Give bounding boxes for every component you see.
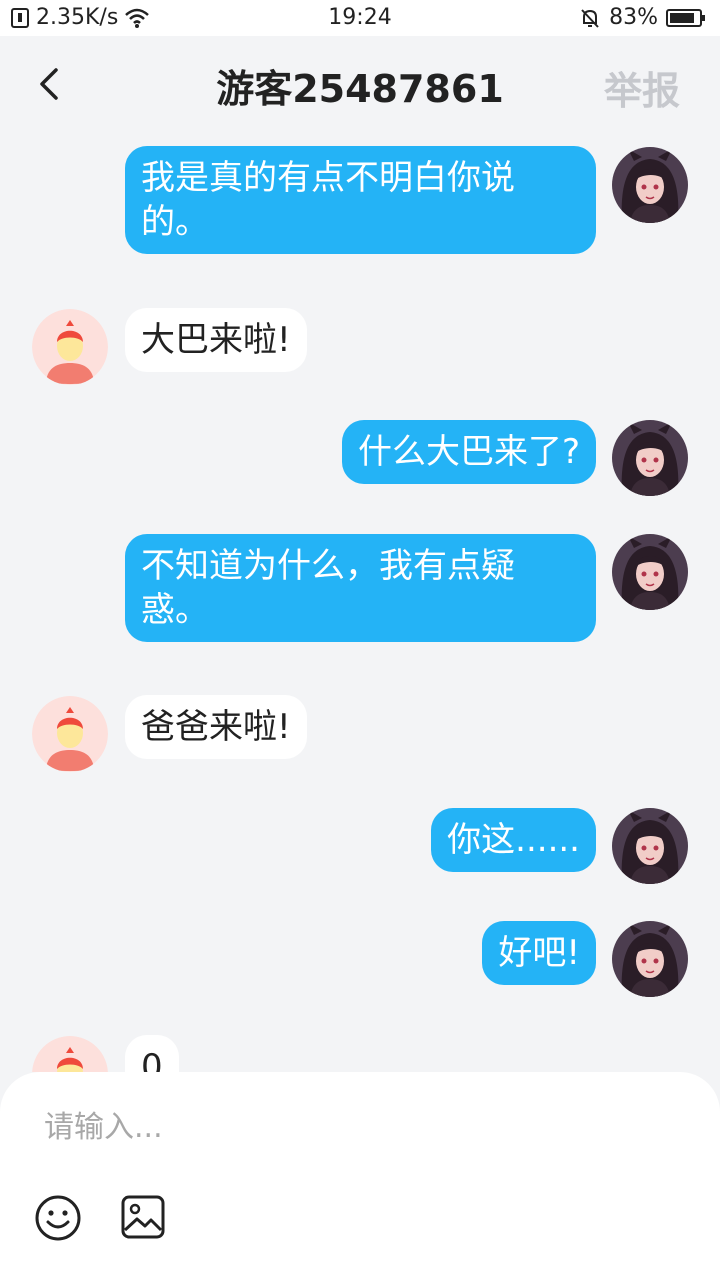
nav-bar: 游客25487861 举报 — [0, 36, 720, 132]
message-bubble-outgoing[interactable]: 我是真的有点不明白你说的。 — [125, 146, 596, 254]
message-bubble-incoming[interactable]: 大巴来啦! — [125, 308, 307, 372]
mute-bell-icon — [581, 8, 599, 28]
message-input[interactable] — [42, 1102, 686, 1152]
my-avatar[interactable] — [612, 808, 688, 884]
message-composer — [0, 1072, 720, 1280]
my-avatar[interactable] — [612, 921, 688, 997]
message-bubble-outgoing[interactable]: 不知道为什么，我有点疑惑。 — [125, 534, 596, 642]
image-icon[interactable] — [120, 1194, 166, 1240]
smiley-icon[interactable] — [34, 1194, 82, 1242]
contact-avatar[interactable] — [32, 309, 108, 385]
message-bubble-incoming[interactable]: 0 — [125, 1035, 179, 1072]
message-bubble-incoming[interactable]: 爸爸来啦! — [125, 695, 307, 759]
contact-avatar[interactable] — [32, 696, 108, 772]
report-button[interactable]: 举报 — [604, 60, 680, 115]
battery-percent: 83% — [609, 5, 658, 30]
battery-icon — [666, 8, 705, 27]
message-bubble-outgoing[interactable]: 你这...... — [431, 808, 596, 872]
my-avatar[interactable] — [612, 420, 688, 496]
status-right: 83% — [579, 5, 706, 30]
status-bar: 2.35K/s 19:24 83% — [0, 0, 720, 36]
contact-avatar[interactable] — [32, 1036, 108, 1072]
chat-list[interactable]: 我是真的有点不明白你说的。 大巴来啦! 什么大巴来了? 不知道为什么，我有点疑惑… — [0, 132, 720, 1072]
message-bubble-outgoing[interactable]: 好吧! — [482, 921, 596, 985]
my-avatar[interactable] — [612, 147, 688, 223]
my-avatar[interactable] — [612, 534, 688, 610]
message-bubble-outgoing[interactable]: 什么大巴来了? — [341, 420, 596, 484]
